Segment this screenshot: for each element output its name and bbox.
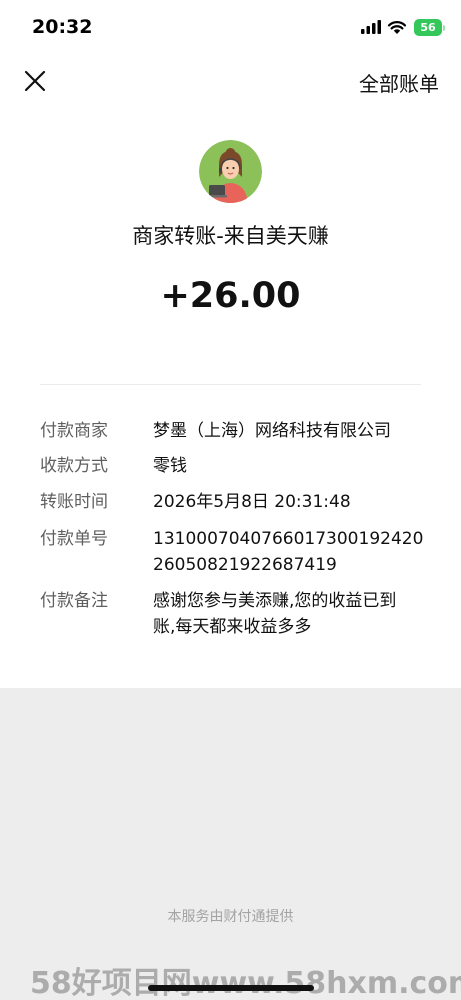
note-line-1: 感谢您参与美添赚,您的收益已到 (153, 591, 397, 611)
payer-value: 梦墨（上海）网络科技有限公司 (153, 421, 391, 441)
wifi-icon (387, 21, 407, 34)
method-label: 收款方式 (40, 456, 108, 476)
home-indicator[interactable] (148, 985, 314, 991)
note-label: 付款备注 (40, 591, 108, 611)
payer-label: 付款商家 (40, 421, 108, 441)
note-value: 感谢您参与美添赚,您的收益已到 账,每天都来收益多多 (153, 588, 421, 640)
close-icon[interactable] (22, 68, 48, 94)
note-line-2: 账,每天都来收益多多 (153, 617, 312, 637)
watermark: 58好项目网www.58hxm.com (30, 966, 461, 1000)
battery-cap (443, 25, 445, 31)
order-label: 付款单号 (40, 529, 108, 549)
all-bills-link[interactable]: 全部账单 (359, 68, 439, 97)
method-value: 零钱 (153, 456, 187, 476)
transaction-amount: +26.00 (160, 276, 301, 316)
time-label: 转账时间 (40, 492, 108, 512)
time-value: 2026年5月8日 20:31:48 (153, 492, 351, 512)
order-value[interactable]: 1310007040766017300192420 26050821922687… (153, 526, 424, 578)
status-bar: 20:32 56 (0, 0, 461, 56)
bill-detail-card (0, 0, 461, 688)
order-number-line-1: 1310007040766017300192420 (153, 529, 424, 549)
order-number-line-2: 26050821922687419 (153, 555, 337, 575)
battery-icon: 56 (414, 19, 442, 36)
service-provider-note: 本服务由财付通提供 (167, 909, 294, 925)
cellular-signal-icon (361, 20, 381, 34)
transaction-title: 商家转账-来自美天赚 (132, 224, 329, 248)
merchant-avatar (199, 140, 262, 203)
status-time: 20:32 (32, 16, 93, 38)
divider (40, 384, 421, 385)
